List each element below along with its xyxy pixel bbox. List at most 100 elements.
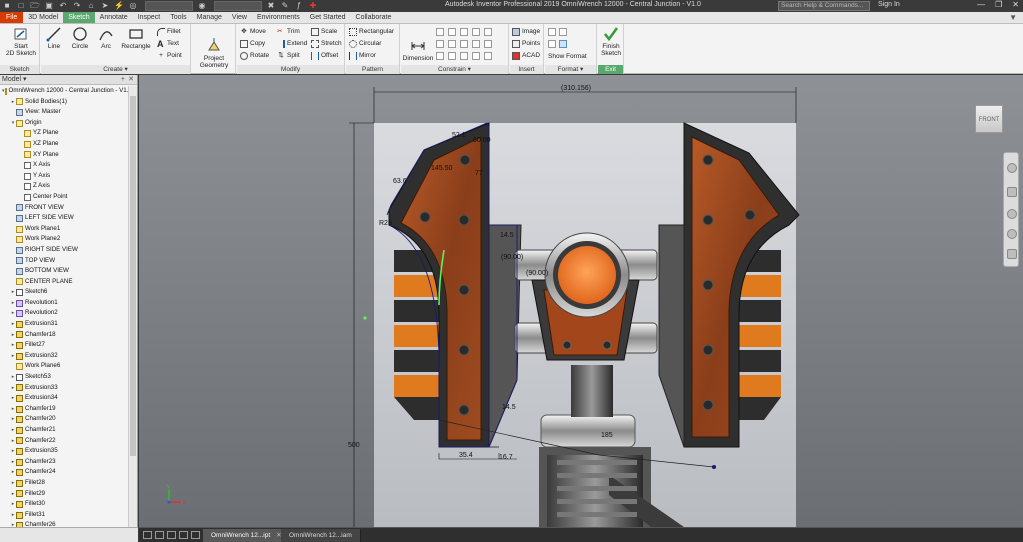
- help-search-input[interactable]: Search Help & Commands...: [778, 1, 870, 11]
- browser-node[interactable]: ▸ Fillet28: [0, 478, 128, 489]
- dim-d1[interactable]: 52.1: [452, 132, 466, 139]
- collinear-constraint-icon[interactable]: [436, 40, 444, 48]
- tab-manage[interactable]: Manage: [192, 12, 227, 23]
- browser-node[interactable]: ▾ Origin: [0, 118, 128, 129]
- browser-node[interactable]: ▸ Chamfer19: [0, 404, 128, 415]
- close-icon[interactable]: ✕: [1012, 0, 1019, 9]
- undo-icon[interactable]: ↶: [58, 1, 68, 11]
- equal-constraint-icon[interactable]: [472, 52, 480, 60]
- tab-view[interactable]: View: [227, 12, 252, 23]
- dim-d3[interactable]: 63.6: [393, 178, 407, 185]
- browser-node[interactable]: ▸ Extrusion31: [0, 319, 128, 330]
- mirror-button[interactable]: Mirror: [349, 51, 376, 60]
- browser-node[interactable]: LEFT SIDE VIEW: [0, 213, 128, 224]
- browser-scrollbar[interactable]: [128, 86, 137, 542]
- zoom-icon[interactable]: [1007, 209, 1017, 219]
- pan-icon[interactable]: [1007, 187, 1017, 197]
- browser-node[interactable]: Y Axis: [0, 171, 128, 182]
- new-icon[interactable]: □: [16, 1, 26, 11]
- browser-node[interactable]: ▸ Solid Bodies(1): [0, 97, 128, 108]
- browser-node[interactable]: ▸ Chamfer20: [0, 414, 128, 425]
- appearance-dropdown[interactable]: [214, 1, 262, 11]
- split-button[interactable]: ⇅ Split: [277, 51, 299, 60]
- scrollbar-thumb[interactable]: [130, 96, 136, 456]
- browser-node[interactable]: ▸ Sketch6: [0, 287, 128, 298]
- select-icon[interactable]: ➤: [100, 1, 110, 11]
- tab-tools[interactable]: Tools: [165, 12, 191, 23]
- viewcube[interactable]: FRONT: [975, 105, 1003, 133]
- redo-icon[interactable]: ↷: [72, 1, 82, 11]
- scale-button[interactable]: Scale: [311, 27, 337, 36]
- add-icon[interactable]: ✚: [308, 1, 318, 11]
- smooth-constraint-icon[interactable]: [460, 40, 468, 48]
- browser-node[interactable]: ▸ Extrusion32: [0, 351, 128, 362]
- app-menu-icon[interactable]: ■: [2, 1, 12, 11]
- browser-node[interactable]: ▸ Revolution1: [0, 298, 128, 309]
- ribbon-options-icon[interactable]: ▼: [1009, 12, 1023, 23]
- insert-acad-button[interactable]: ACAD: [512, 51, 540, 60]
- open-documents-icon[interactable]: [179, 531, 188, 539]
- tab-file[interactable]: File: [0, 12, 24, 23]
- browser-node[interactable]: ▸ Extrusion34: [0, 393, 128, 404]
- doc-tab-iam[interactable]: OmniWrench 12...iam: [281, 529, 361, 542]
- home-icon[interactable]: ⌂: [86, 1, 96, 11]
- browser-node[interactable]: Work Plane1: [0, 224, 128, 235]
- graphics-viewport[interactable]: (310.156) 500 52.1 60.00 63.6 145.50 77 …: [139, 75, 1023, 527]
- dim-d5[interactable]: 77: [475, 170, 483, 177]
- browser-node[interactable]: TOP VIEW: [0, 256, 128, 267]
- tile-windows-icon[interactable]: [143, 531, 152, 539]
- center-point-icon[interactable]: [548, 40, 556, 48]
- concentric-constraint-icon[interactable]: [472, 28, 480, 36]
- finish-sketch-button[interactable]: Finish Sketch: [598, 26, 624, 57]
- dim-height[interactable]: 500: [348, 442, 360, 449]
- browser-node[interactable]: ▸ Chamfer23: [0, 457, 128, 468]
- tangent-constraint-icon[interactable]: [460, 28, 468, 36]
- tab-environments[interactable]: Environments: [252, 12, 305, 23]
- fillet-button[interactable]: Fillet: [157, 27, 181, 36]
- browser-node[interactable]: XZ Plane: [0, 139, 128, 150]
- centerline-icon[interactable]: [559, 28, 567, 36]
- offset-button[interactable]: Offset: [311, 51, 338, 60]
- browser-node[interactable]: Work Plane6: [0, 361, 128, 372]
- browser-node[interactable]: Z Axis: [0, 181, 128, 192]
- dim-d13[interactable]: R25: [379, 220, 392, 227]
- sign-in-link[interactable]: Sign In: [878, 1, 900, 8]
- tab-inspect[interactable]: Inspect: [133, 12, 166, 23]
- adjust-icon[interactable]: ✎: [280, 1, 290, 11]
- vertical-constraint-icon[interactable]: [460, 52, 468, 60]
- tab-sketch[interactable]: Sketch: [63, 12, 95, 23]
- browser-node[interactable]: Work Plane2: [0, 234, 128, 245]
- extend-button[interactable]: Extend: [277, 39, 307, 48]
- browser-node[interactable]: ▸ Sketch53: [0, 372, 128, 383]
- insert-points-button[interactable]: Points: [512, 39, 540, 48]
- tab-get-started[interactable]: Get Started: [305, 12, 351, 23]
- browser-node[interactable]: XY Plane: [0, 150, 128, 161]
- browser-node[interactable]: ▸ Chamfer24: [0, 467, 128, 478]
- browser-node[interactable]: YZ Plane: [0, 128, 128, 139]
- appearance-icon[interactable]: ◉: [197, 1, 207, 11]
- browser-node[interactable]: ▸ Extrusion35: [0, 446, 128, 457]
- cascade-windows-icon[interactable]: [155, 531, 164, 539]
- minimize-icon[interactable]: —: [977, 0, 985, 9]
- steering-wheel-icon[interactable]: [1007, 163, 1017, 173]
- browser-node[interactable]: ▸ Revolution2: [0, 308, 128, 319]
- rectangular-pattern-button[interactable]: Rectangular: [349, 27, 394, 36]
- insert-image-button[interactable]: Image: [512, 27, 540, 36]
- browser-node[interactable]: RIGHT SIDE VIEW: [0, 245, 128, 256]
- browser-node[interactable]: BOTTOM VIEW: [0, 266, 128, 277]
- dim-d11[interactable]: 185: [601, 432, 613, 439]
- driven-dimension-icon[interactable]: [559, 40, 567, 48]
- orbit-icon[interactable]: [1007, 229, 1017, 239]
- dim-d4[interactable]: 145.50: [431, 165, 453, 172]
- parallel-constraint-icon[interactable]: [448, 28, 456, 36]
- browser-node[interactable]: View: Master: [0, 107, 128, 118]
- close-browser-icon[interactable]: ✕: [128, 75, 134, 85]
- rotate-button[interactable]: Rotate: [240, 51, 269, 60]
- open-icon[interactable]: 🗁: [30, 1, 40, 11]
- browser-node[interactable]: Center Point: [0, 192, 128, 203]
- origin-point[interactable]: [363, 316, 367, 320]
- circular-pattern-button[interactable]: Circular: [349, 39, 381, 48]
- move-button[interactable]: ✥ Move: [240, 27, 266, 36]
- model-canvas[interactable]: (310.156) 500 52.1 60.00 63.6 145.50 77 …: [139, 75, 1023, 527]
- construction-icon[interactable]: [548, 28, 556, 36]
